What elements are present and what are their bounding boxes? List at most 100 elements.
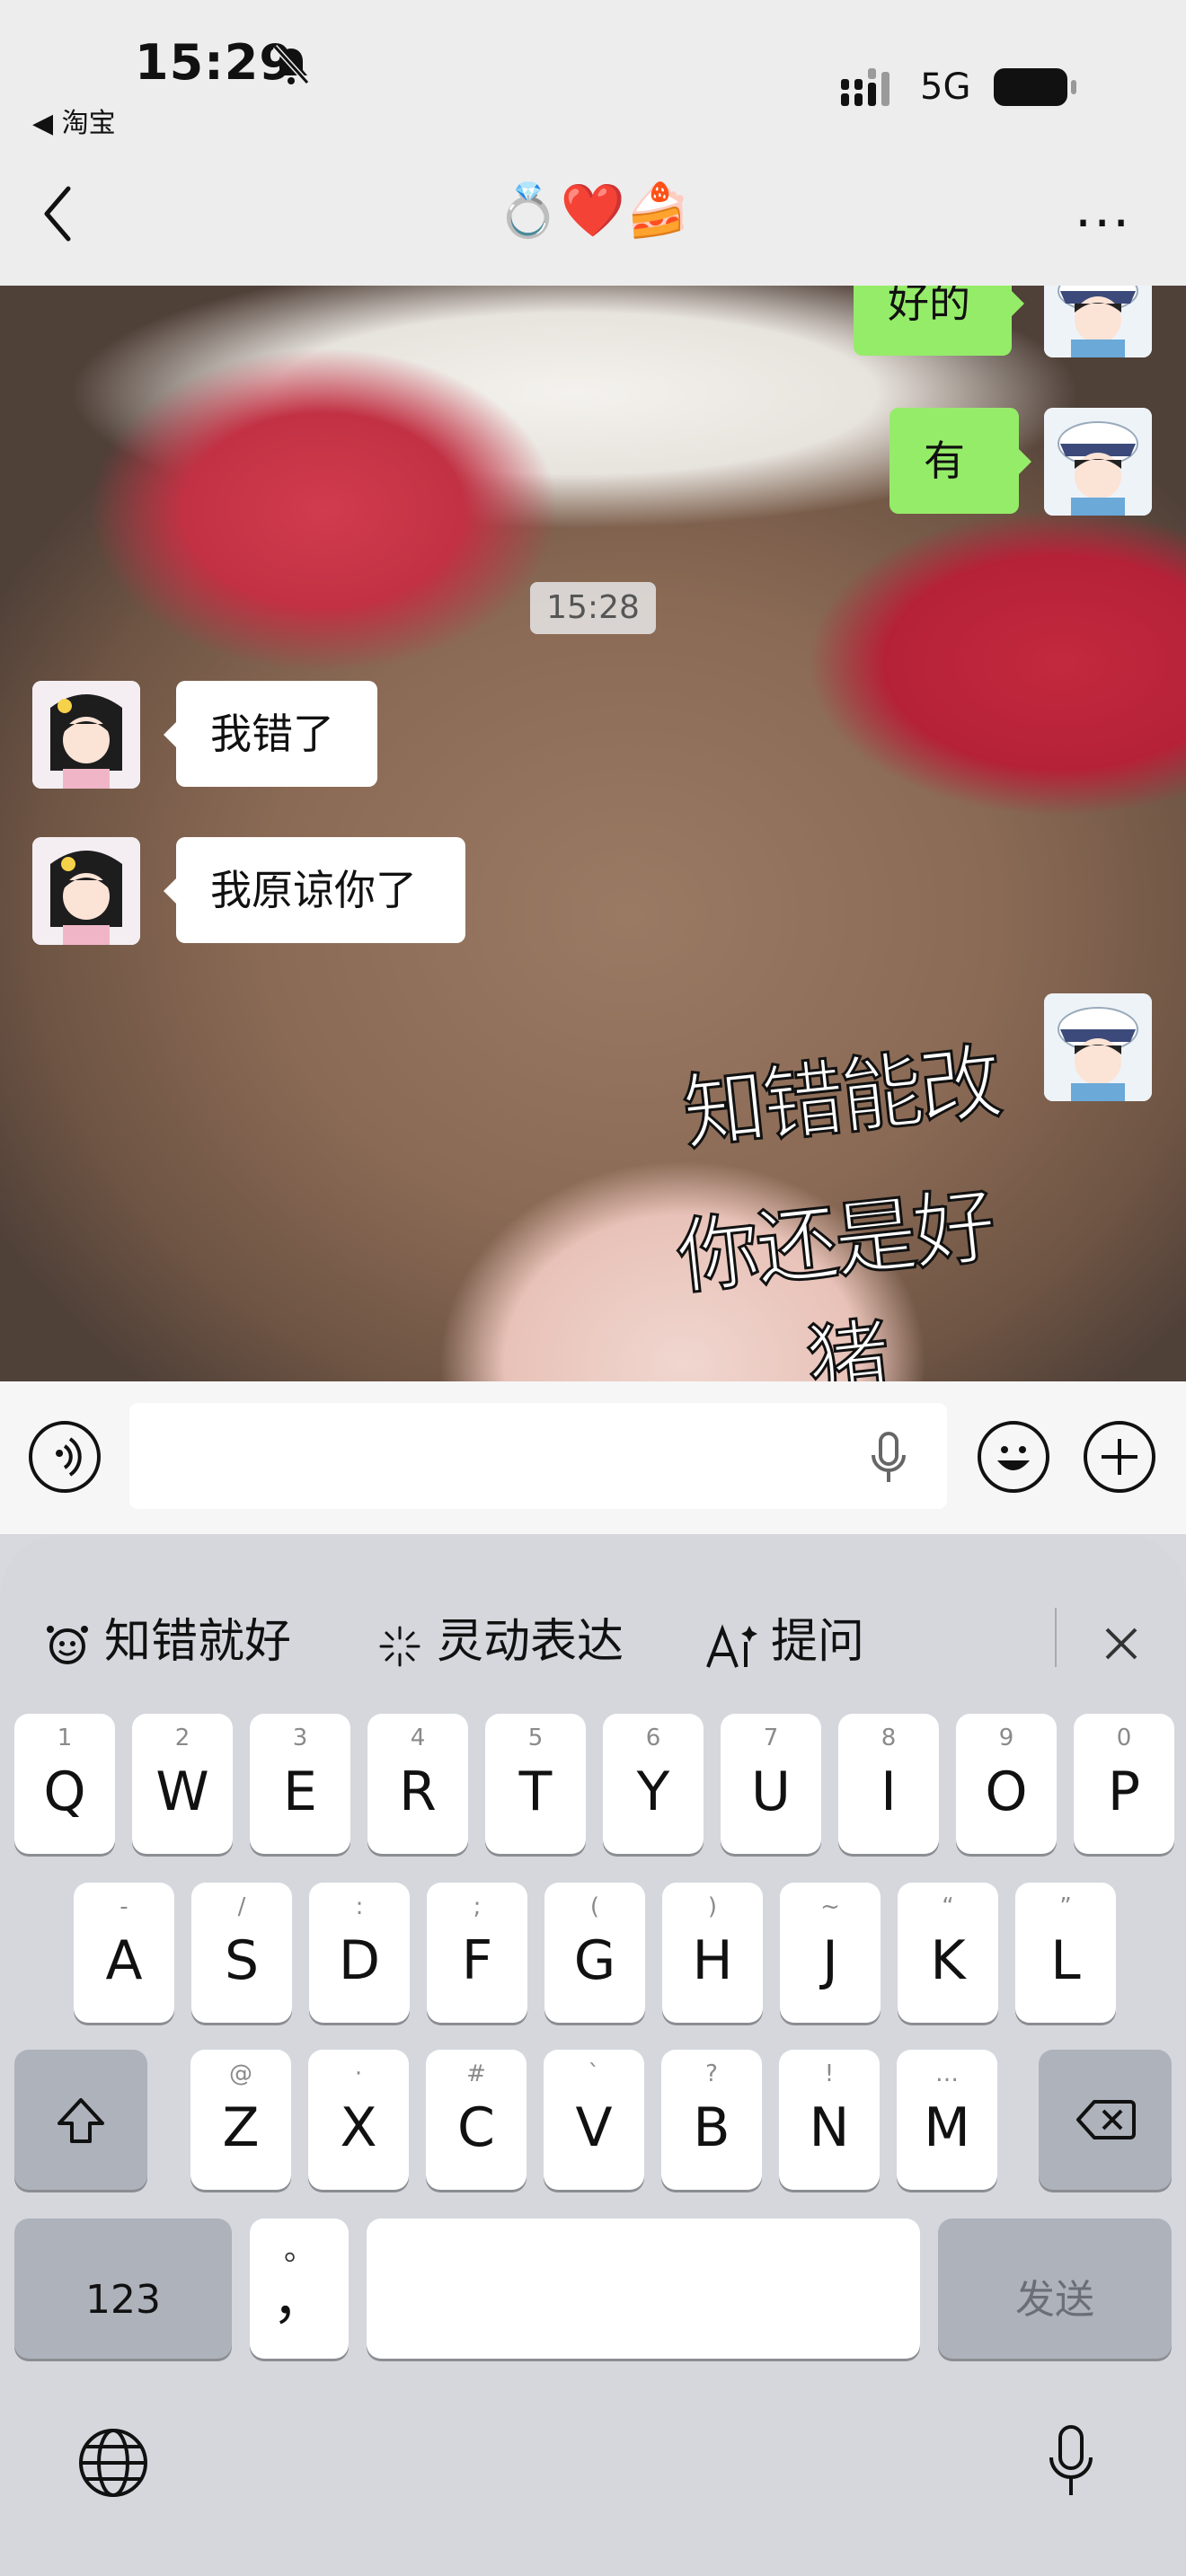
key-h[interactable]: ) H <box>662 1883 763 2023</box>
my-avatar[interactable] <box>1044 286 1152 357</box>
key-e[interactable]: 3E <box>250 1714 350 1854</box>
bell-muted-icon <box>272 44 310 85</box>
contact-avatar[interactable] <box>32 837 140 945</box>
key-v[interactable]: ` V <box>544 2050 644 2190</box>
key-t[interactable]: 5T <box>485 1714 586 1854</box>
delete-key[interactable] <box>1039 2050 1172 2190</box>
key-label: D <box>338 1929 381 1992</box>
bubble-tail <box>1012 291 1024 316</box>
smiley-icon <box>997 1446 1030 1470</box>
sticker-text-line-1: 知错能改 <box>677 1032 1005 1163</box>
voice-mode-button[interactable] <box>29 1421 101 1493</box>
message-input-bar <box>0 1381 1186 1534</box>
key-c[interactable]: # C <box>426 2050 527 2190</box>
space-key[interactable] <box>367 2219 920 2359</box>
key-p[interactable]: 0P <box>1074 1714 1174 1854</box>
key-hint: : <box>355 1893 364 1920</box>
my-avatar[interactable] <box>1044 993 1152 1101</box>
key-hint: 8 <box>881 1725 897 1751</box>
close-suggestions-icon[interactable] <box>1103 1626 1139 1662</box>
key-label: N <box>809 2096 850 2159</box>
punctuation-key[interactable]: 。 ， <box>250 2219 349 2359</box>
key-label: E <box>283 1760 317 1823</box>
key-label: ， <box>272 2269 326 2332</box>
key-label: V <box>575 2096 613 2159</box>
backspace-icon <box>1076 2100 1136 2139</box>
key-o[interactable]: 9O <box>956 1714 1057 1854</box>
sticker-message[interactable]: 知错能改 你还是好猪 <box>656 1013 1024 1381</box>
key-label: I <box>881 1760 897 1823</box>
key-label: 123 <box>85 2277 161 2323</box>
shift-key[interactable] <box>14 2050 147 2190</box>
outgoing-message[interactable]: 好的 <box>854 286 1024 356</box>
emoji-button[interactable] <box>978 1421 1049 1493</box>
key-hint: @ <box>229 2060 252 2087</box>
key-d[interactable]: :D <box>309 1883 410 2023</box>
key-y[interactable]: 6Y <box>603 1714 704 1854</box>
battery-icon <box>994 68 1076 106</box>
voice-waves-icon <box>56 1437 82 1477</box>
key-u[interactable]: 7U <box>721 1714 821 1854</box>
key-label: G <box>573 1929 616 1992</box>
key-label: J <box>822 1929 838 1992</box>
suggestion-chip[interactable]: 提问 <box>771 1606 864 1678</box>
incoming-message[interactable]: 我原谅你了 <box>164 837 465 943</box>
key-hint: ” <box>1059 1893 1072 1920</box>
key-x[interactable]: · X <box>308 2050 409 2190</box>
key-hint: / <box>237 1893 246 1920</box>
key-label: M <box>924 2096 970 2159</box>
key-n[interactable]: ! N <box>779 2050 880 2190</box>
key-hint: ~ <box>820 1893 840 1920</box>
key-s[interactable]: / S <box>191 1883 292 2023</box>
microphone-icon[interactable] <box>868 1430 909 1486</box>
key-j[interactable]: ~ J <box>780 1883 881 2023</box>
suggestion-chip[interactable]: 灵动表达 <box>437 1606 624 1678</box>
chat-area[interactable]: 好的 有 15:28 我错了 我原谅你了 知错能改 你还是好猪 <box>0 286 1186 1381</box>
key-hint: - <box>119 1893 128 1920</box>
send-key[interactable]: 发送 <box>938 2219 1172 2359</box>
bubble-tail <box>164 878 176 904</box>
key-label: U <box>751 1760 791 1823</box>
keyboard: 知错就好 灵动表达 提问 1Q2W3E4R5T6Y7U8I9O0P - A / S: D… <box>0 1534 1186 2576</box>
incoming-message[interactable]: 我错了 <box>164 681 377 787</box>
key-label: K <box>930 1929 966 1992</box>
key-hint: ( <box>589 1893 600 1920</box>
status-time: 15:29 <box>135 34 294 91</box>
key-m[interactable]: … M <box>897 2050 997 2190</box>
key-hint: 2 <box>174 1725 190 1751</box>
key-hint: “ <box>942 1893 954 1920</box>
dictation-microphone-icon[interactable] <box>1046 2423 1096 2501</box>
key-g[interactable]: (G <box>544 1883 645 2023</box>
key-i[interactable]: 8I <box>838 1714 939 1854</box>
contact-avatar[interactable] <box>32 681 140 789</box>
key-label: B <box>693 2096 730 2159</box>
key-hint: · <box>354 2060 363 2087</box>
key-f[interactable]: ; F <box>427 1883 527 2023</box>
key-hint: ; <box>473 1893 482 1920</box>
message-text: 有 <box>924 437 965 485</box>
outgoing-message[interactable]: 有 <box>890 408 1031 514</box>
key-r[interactable]: 4R <box>367 1714 468 1854</box>
numbers-key[interactable]: 123 <box>14 2219 232 2359</box>
back-to-app-link[interactable]: ◀ 淘宝 <box>32 101 116 140</box>
message-input[interactable] <box>129 1403 947 1509</box>
key-hint: … <box>935 2060 959 2087</box>
key-label: R <box>399 1760 437 1823</box>
key-label: L <box>1050 1929 1081 1992</box>
key-k[interactable]: “K <box>898 1883 998 2023</box>
suggestion-chip[interactable]: 知错就好 <box>104 1606 291 1678</box>
my-avatar[interactable] <box>1044 408 1152 516</box>
sparkle-icon <box>379 1626 420 1667</box>
key-a[interactable]: -A <box>74 1883 174 2023</box>
key-w[interactable]: 2W <box>132 1714 233 1854</box>
key-b[interactable]: ? B <box>661 2050 762 2190</box>
key-l[interactable]: ” L <box>1015 1883 1116 2023</box>
message-text: 好的 <box>888 286 970 327</box>
network-label: 5G <box>920 66 971 108</box>
more-actions-button[interactable] <box>1084 1421 1155 1493</box>
key-z[interactable]: @ Z <box>190 2050 291 2190</box>
key-q[interactable]: 1Q <box>14 1714 115 1854</box>
globe-icon[interactable] <box>75 2425 151 2501</box>
key-hint: 9 <box>998 1725 1014 1751</box>
status-bar: 15:29 ◀ 淘宝 5G <box>0 0 1186 153</box>
